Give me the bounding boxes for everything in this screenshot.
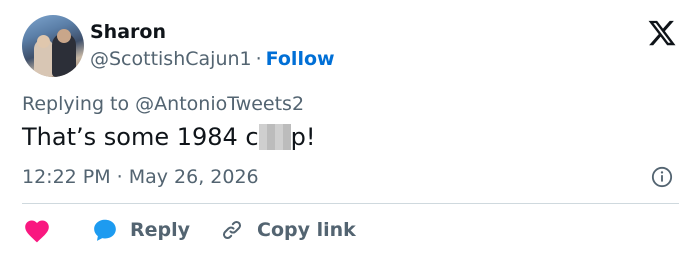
reply-button[interactable]: Reply xyxy=(92,217,190,243)
divider xyxy=(22,203,679,204)
copy-link-button[interactable]: Copy link xyxy=(220,218,356,242)
author-handle-line: @ScottishCajun1 · Follow xyxy=(90,48,335,70)
handle-separator: · xyxy=(255,48,262,70)
censored-blur xyxy=(258,124,291,150)
link-icon xyxy=(222,220,242,240)
follow-button[interactable]: Follow xyxy=(266,48,335,70)
tweet-timestamp[interactable]: 12:22 PM · May 26, 2026 xyxy=(22,166,259,188)
tweet-time: 12:22 PM xyxy=(22,166,111,188)
avatar-photo-head xyxy=(37,35,50,48)
copy-link-label: Copy link xyxy=(257,219,356,241)
timestamp-separator: · xyxy=(116,166,123,188)
action-bar: Reply Copy link xyxy=(22,216,356,244)
reply-label: Reply xyxy=(130,219,191,241)
speech-bubble-icon xyxy=(94,219,116,241)
replying-to-label: Replying to xyxy=(22,93,130,115)
tweet-text-end: p! xyxy=(290,123,316,151)
tweet-text: That’s some 1984 c p! xyxy=(22,123,315,151)
replying-to-line: Replying to @AntonioTweets2 xyxy=(22,93,304,115)
author-handle[interactable]: @ScottishCajun1 xyxy=(90,48,252,70)
avatar[interactable] xyxy=(22,15,84,77)
x-logo-icon[interactable] xyxy=(646,18,678,48)
info-icon[interactable] xyxy=(651,166,673,188)
author-name[interactable]: Sharon xyxy=(90,21,166,43)
like-button[interactable] xyxy=(22,217,52,243)
replying-to-mention[interactable]: @AntonioTweets2 xyxy=(135,93,304,115)
heart-icon xyxy=(25,220,49,243)
tweet-text-start: That’s some 1984 c xyxy=(22,123,259,151)
avatar-photo-head xyxy=(57,29,71,43)
tweet-date: May 26, 2026 xyxy=(128,166,259,188)
